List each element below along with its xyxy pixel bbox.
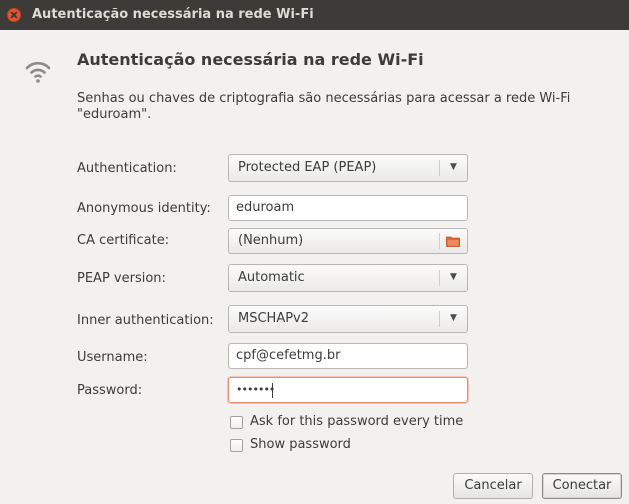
username-input[interactable]: cpf@cefetmg.br [228, 343, 468, 369]
password-value: ••••••• [236, 383, 275, 396]
inner-authentication-value: MSCHAPv2 [238, 311, 310, 326]
authentication-combo[interactable]: Protected EAP (PEAP) ▼ [228, 154, 468, 182]
combo-separator [439, 311, 440, 327]
anonymous-identity-label: Anonymous identity: [77, 201, 211, 216]
peap-version-value: Automatic [238, 270, 305, 285]
password-label: Password: [77, 383, 143, 398]
dialog-heading: Autenticação necessária na rede Wi-Fi [77, 50, 424, 69]
authentication-label: Authentication: [77, 161, 177, 176]
peap-version-label: PEAP version: [77, 271, 166, 286]
anonymous-identity-input[interactable]: eduroam [228, 195, 468, 221]
text-cursor [272, 383, 273, 398]
password-input[interactable]: ••••••• [228, 377, 468, 403]
connect-button[interactable]: Conectar [542, 473, 622, 499]
dialog-description: Senhas ou chaves de criptografia são nec… [77, 91, 571, 122]
inner-authentication-label: Inner authentication: [77, 313, 214, 328]
ask-password-label: Ask for this password every time [250, 414, 464, 429]
peap-version-combo[interactable]: Automatic ▼ [228, 264, 468, 292]
anonymous-identity-value: eduroam [236, 200, 295, 215]
cancel-button[interactable]: Cancelar [453, 473, 533, 499]
combo-separator [439, 160, 440, 176]
combo-separator [439, 270, 440, 286]
ca-certificate-chooser[interactable]: (Nenhum) [228, 228, 468, 254]
checkbox-box[interactable] [230, 439, 243, 452]
window-title: Autenticação necessária na rede Wi-Fi [32, 7, 314, 22]
titlebar: Autenticação necessária na rede Wi-Fi [0, 0, 629, 30]
dropdown-arrow-icon: ▼ [450, 162, 457, 172]
checkbox-box[interactable] [230, 416, 243, 429]
folder-icon [446, 236, 460, 247]
show-password-label: Show password [250, 437, 351, 452]
username-label: Username: [77, 350, 148, 365]
username-value: cpf@cefetmg.br [236, 348, 341, 363]
wifi-auth-dialog: Autenticação necessária na rede Wi-Fi Au… [0, 0, 629, 504]
authentication-value: Protected EAP (PEAP) [238, 160, 377, 175]
dropdown-arrow-icon: ▼ [450, 272, 457, 282]
inner-authentication-combo[interactable]: MSCHAPv2 ▼ [228, 305, 468, 333]
chooser-separator [439, 233, 440, 249]
ca-certificate-value: (Nenhum) [238, 233, 304, 248]
wifi-icon [25, 61, 51, 83]
dropdown-arrow-icon: ▼ [450, 313, 457, 323]
close-window-button[interactable] [7, 8, 21, 22]
ca-certificate-label: CA certificate: [77, 233, 170, 248]
